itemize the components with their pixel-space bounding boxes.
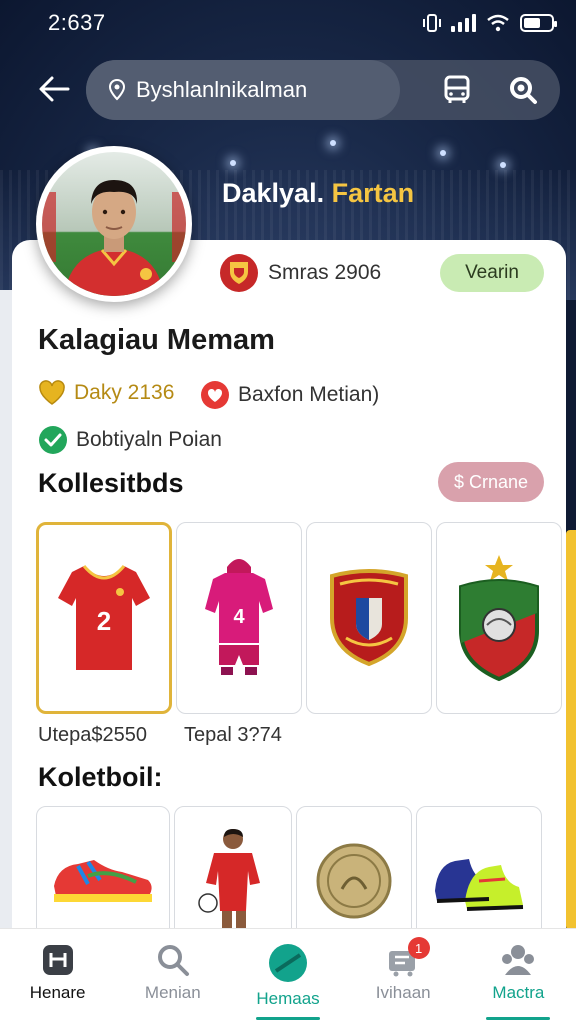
bottom-navigation: Henare Menian Hemaas 1 Ivihaan Mactra [0,928,576,1024]
collection-grid: 2 4 [36,522,562,714]
collection-action-button[interactable]: $ Crnane [438,462,544,502]
stat-likes: Daky 2136 [38,380,174,406]
sneakers-icon [54,860,152,902]
nav-field[interactable]: Hemaas [230,929,345,1024]
player-figure-icon [198,829,260,939]
status-bar: 2:637 [0,8,576,38]
location-pin-icon [108,79,126,101]
search-icon [157,945,189,976]
field-icon [269,944,307,982]
nav-field-label: Hemaas [256,989,320,1008]
pink-kit-icon: 4 [205,559,273,675]
red-crest-icon [330,569,408,667]
verify-label: Vearin [465,262,519,283]
item-caption-2: Tepal 3?74 [184,724,282,746]
profile-name: Daklyal. Fartan [222,178,414,209]
nav-people-label: Mactra [492,983,545,1002]
profile-title: Kalagiau Memam [38,324,275,356]
nav-search[interactable]: Menian [115,929,230,1024]
club-crest-icon [220,254,258,292]
item-caption-1: Utepa$2550 [38,724,147,746]
item-tile-red-crest[interactable] [306,522,432,714]
item-tile-pink-kit[interactable]: 4 [176,522,302,714]
magnifier-icon [510,77,537,104]
bus-icon [444,75,470,103]
wifi-icon [487,14,509,32]
bus-button[interactable] [434,68,480,112]
search-bar: Byshlanlnikalman [86,60,560,120]
nav-search-label: Menian [144,983,201,1002]
top-bar: Byshlanlnikalman [0,58,576,120]
battery-icon [520,14,557,32]
green-crest-icon [459,555,539,682]
status-icons [423,13,557,33]
arrow-left-icon [39,76,70,102]
nav-cart-label: Ivihaan [375,983,431,1002]
svg-text:4: 4 [233,606,245,628]
stat-club-text: Baxfon Metian) [238,383,380,406]
vibrate-icon [423,14,441,32]
profile-avatar[interactable] [36,146,192,302]
stat-likes-text: Daky 2136 [74,381,175,404]
collection-action-label: $ Crnane [453,471,529,492]
collection-section-title: Kollesitbds [38,468,184,498]
red-heart-icon [201,381,229,409]
red-jersey-icon: 2 [58,565,150,670]
item-tile-green-crest[interactable] [436,522,562,714]
profile-card: Smras 2906 Vearin Kalagiau Memam Daky 21… [12,240,566,960]
nav-people[interactable]: Mactra [461,929,576,1024]
people-icon [502,945,535,975]
background-card-left [0,290,12,930]
status-time: 2:637 [48,10,106,35]
background-card-right [566,530,576,930]
item-tile-red-jersey[interactable]: 2 [36,522,172,714]
stat-club: Baxfon Metian) [200,380,379,410]
nav-home[interactable]: Henare [0,929,115,1024]
club-meta: Smras 2906 [220,254,381,292]
profile-name-last: Fartan [331,178,415,208]
profile-name-first: Daklyal. [222,178,325,208]
nav-home-label: Henare [29,983,86,1002]
svg-text:2: 2 [97,606,111,636]
cart-badge: 1 [407,937,430,959]
home-icon [42,945,73,975]
kollektion-section-title: Koletboil: [38,762,163,792]
search-input[interactable]: Byshlanlnikalman [86,60,400,120]
search-value: Byshlanlnikalman [136,77,308,102]
cell-signal-icon [451,14,476,32]
search-button[interactable] [500,68,546,112]
medal-icon [316,843,392,919]
check-circle-icon [39,426,67,454]
player-photo [42,152,186,296]
football-boots-icon [435,859,524,911]
back-button[interactable] [30,68,78,110]
nav-cart[interactable]: 1 Ivihaan [346,929,461,1024]
verify-button[interactable]: Vearin [440,254,544,292]
stat-verified-text: Bobtiyaln Poian [76,428,222,451]
stat-verified: Bobtiyaln Poian [38,425,222,455]
gold-heart-icon [39,380,65,405]
club-meta-text: Smras 2906 [268,261,382,284]
